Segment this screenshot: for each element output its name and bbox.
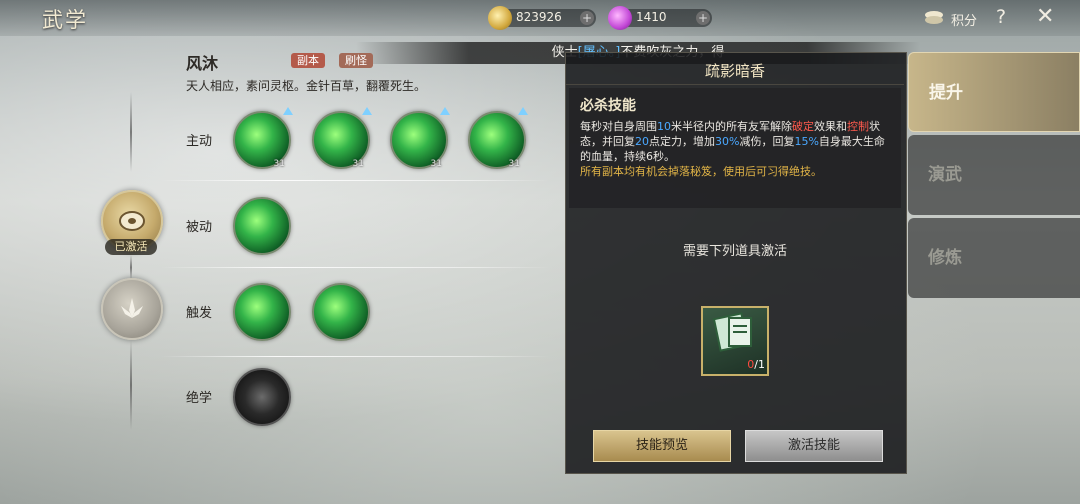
tab-improve[interactable]: 提升 — [908, 52, 1080, 132]
row-label-active: 主动 — [186, 134, 213, 149]
title-divider — [566, 84, 904, 85]
upgrade-arrow-icon — [440, 107, 450, 115]
skill-title: 疏影暗香 — [704, 62, 765, 80]
row-label-trigger: 触发 — [186, 306, 213, 321]
desc-text: 每秒对自身周围 — [580, 120, 657, 133]
tag-dungeon: 副本 — [291, 53, 325, 68]
school-description: 天人相应，素问灵枢。金针百草，翻覆死生。 — [186, 79, 427, 93]
skill-level: 31 — [352, 159, 364, 169]
upgrade-arrow-icon — [362, 107, 372, 115]
row-divider — [160, 267, 550, 268]
tab-cultivate[interactable]: 修炼 — [908, 218, 1080, 298]
ultimate-skill[interactable] — [233, 368, 291, 426]
points-icon[interactable] — [923, 10, 945, 26]
item-count: 0/1 — [705, 358, 765, 371]
skill-level: 31 — [273, 159, 285, 169]
desc-text: 减伤，回复 — [739, 135, 795, 148]
school-name: 风沐 — [186, 54, 219, 73]
connector-line — [130, 340, 132, 430]
row-label-passive: 被动 — [186, 220, 213, 235]
active-skill-1[interactable]: 31 — [233, 107, 293, 169]
desc-keyword: 控制 — [847, 120, 869, 133]
activated-label: 已激活 — [105, 239, 157, 255]
row-label-ultimate: 绝学 — [186, 391, 213, 406]
close-icon[interactable]: ✕ — [1036, 4, 1054, 29]
skill-level: 31 — [508, 159, 520, 169]
add-gem-button[interactable]: + — [696, 11, 710, 25]
desc-text: 效果和 — [814, 120, 847, 133]
active-skill-3[interactable]: 31 — [390, 107, 450, 169]
skill-level: 31 — [430, 159, 442, 169]
trigger-skill-2[interactable] — [312, 283, 370, 341]
desc-value: 15% — [794, 135, 819, 148]
drop-note: 所有副本均有机会掉落秘笈，使用后可习得绝技。 — [580, 165, 822, 178]
tab-practice[interactable]: 演武 — [908, 135, 1080, 215]
item-required: /1 — [754, 358, 765, 371]
connector-line — [130, 255, 132, 280]
trigger-badge[interactable] — [101, 278, 163, 340]
add-coin-button[interactable]: + — [580, 11, 594, 25]
active-skill-4[interactable]: 31 — [468, 107, 528, 169]
secret-book-icon — [712, 312, 752, 352]
desc-value: 10 — [657, 120, 671, 133]
desc-value: 30% — [715, 135, 740, 148]
skill-description: 每秒对自身周围10米半径内的所有友军解除破定效果和控制状态，并回复20点定力，增… — [580, 119, 894, 164]
passive-skill[interactable] — [233, 197, 291, 255]
coin-counter: 823926 + — [488, 6, 596, 30]
desc-keyword: 破定 — [792, 120, 814, 133]
row-divider — [160, 180, 550, 181]
gem-icon — [608, 6, 632, 30]
skill-type: 必杀技能 — [580, 98, 636, 114]
coin-amount: 823926 — [516, 10, 562, 24]
gem-counter: 1410 + — [608, 6, 712, 30]
upgrade-arrow-icon — [518, 107, 528, 115]
coin-icon — [488, 6, 512, 30]
help-icon[interactable]: ? — [996, 6, 1006, 28]
upgrade-arrow-icon — [283, 107, 293, 115]
points-label[interactable]: 积分 — [951, 10, 977, 29]
desc-value: 20 — [635, 135, 649, 148]
activate-skill-button[interactable]: 激活技能 — [745, 430, 883, 462]
lotus-icon — [121, 298, 143, 318]
skill-preview-button[interactable]: 技能预览 — [593, 430, 731, 462]
active-skill-2[interactable]: 31 — [312, 107, 372, 169]
trigger-skill-1[interactable] — [233, 283, 291, 341]
connector-line — [130, 92, 132, 172]
desc-text: 米半径内的所有友军解除 — [671, 120, 792, 133]
page-title: 武学 — [42, 8, 88, 32]
row-divider — [160, 356, 550, 357]
requirement-label: 需要下列道具激活 — [682, 244, 787, 259]
gem-amount: 1410 — [636, 10, 667, 24]
desc-text: 点定力，增加 — [649, 135, 715, 148]
tag-monster: 刷怪 — [339, 53, 373, 68]
